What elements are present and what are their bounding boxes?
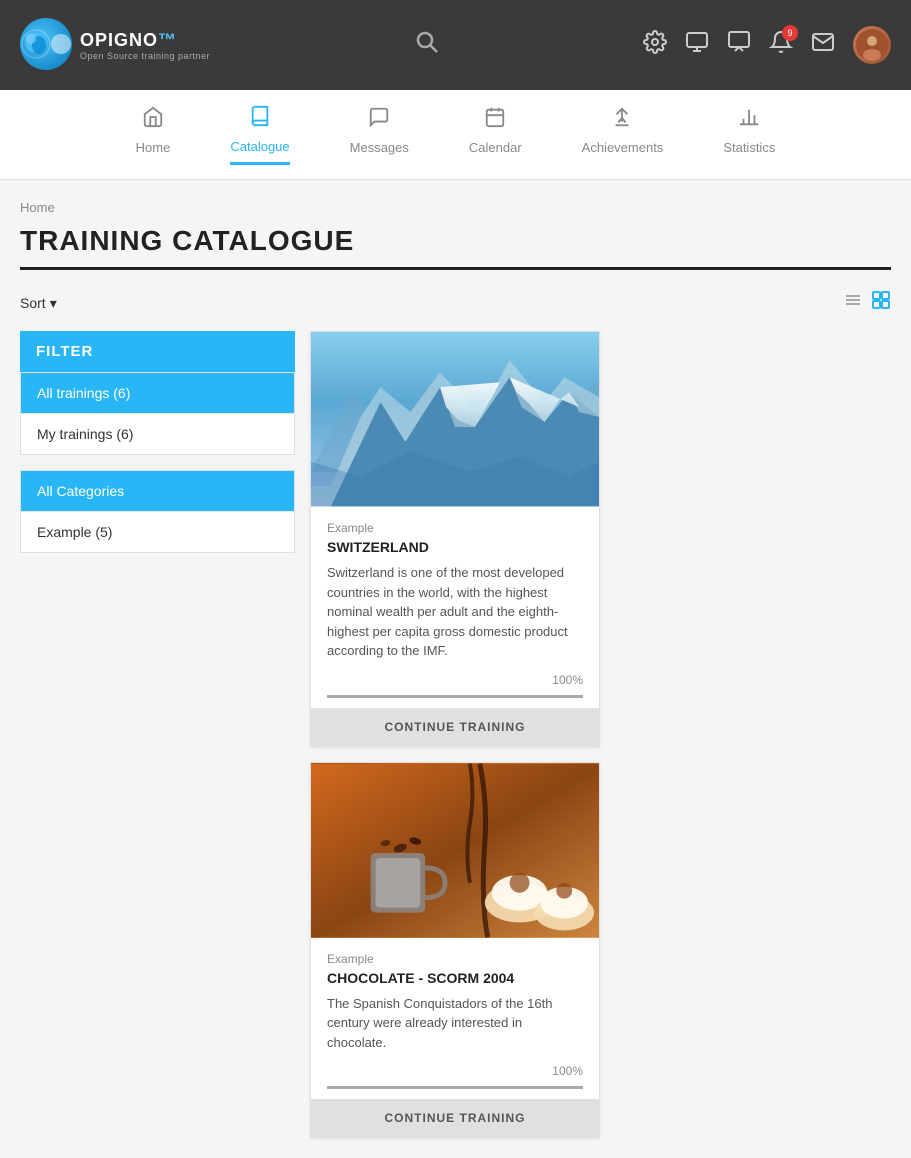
card-image-chocolate [311,763,599,938]
nav-home[interactable]: Home [136,106,171,163]
filter-all-trainings[interactable]: All trainings (6) [21,373,294,413]
card-chocolate: Example CHOCOLATE - SCORM 2004 The Spani… [310,762,600,1139]
nav-catalogue-label: Catalogue [230,139,289,154]
card-description: The Spanish Conquistadors of the 16th ce… [327,994,583,1053]
nav-statistics-label: Statistics [723,140,775,155]
sort-label: Sort [20,295,46,311]
toolbar: Sort ▾ [20,290,891,316]
nav-statistics[interactable]: Statistics [723,106,775,163]
bell-badge: 9 [782,25,798,41]
avatar[interactable] [853,26,891,64]
logo-text: OPIGNO™ [80,30,210,51]
sidebar-filter: FILTER All trainings (6) My trainings (6… [20,331,295,1138]
breadcrumb: Home [20,200,891,215]
nav-calendar-label: Calendar [469,140,522,155]
content-area: Home TRAINING CATALOGUE Sort ▾ [0,180,911,1158]
settings-icon[interactable] [643,30,667,60]
card-body-switzerland: Example SWITZERLAND Switzerland is one o… [311,507,599,708]
progress-bar [327,695,583,698]
search-icon[interactable] [415,30,439,60]
grid-view-toggle[interactable] [871,290,891,316]
progress-row: 100% [327,673,583,687]
progress-bar [327,1086,583,1089]
filter-trainings-section: All trainings (6) My trainings (6) [20,372,295,455]
main-navigation: Home Catalogue Messages Calendar [0,90,911,180]
home-icon [142,106,164,134]
progress-label: 100% [552,1064,583,1078]
statistics-icon [738,106,760,134]
calendar-icon [484,106,506,134]
sort-arrow-icon: ▾ [50,295,57,312]
nav-messages-label: Messages [350,140,409,155]
main-layout: FILTER All trainings (6) My trainings (6… [20,331,891,1138]
progress-bar-fill [327,695,583,698]
nav-messages[interactable]: Messages [350,106,409,163]
card-cta-switzerland[interactable]: CONTINUE TRAINING [311,708,599,746]
achievements-icon [611,106,633,134]
progress-label: 100% [552,673,583,687]
filter-my-trainings[interactable]: My trainings (6) [21,413,294,454]
view-toggles [843,290,891,316]
filter-category-example[interactable]: Example (5) [21,511,294,552]
filter-header: FILTER [20,331,295,372]
progress-row: 100% [327,1064,583,1078]
monitor-icon[interactable] [727,30,751,60]
nav-home-label: Home [136,140,171,155]
card-switzerland: Example SWITZERLAND Switzerland is one o… [310,331,600,747]
card-title: SWITZERLAND [327,539,583,555]
topbar: OPIGNO™ Open Source training partner [0,0,911,90]
card-title: CHOCOLATE - SCORM 2004 [327,970,583,986]
logo: OPIGNO™ Open Source training partner [20,18,210,72]
catalogue-icon [249,105,271,133]
nav-achievements-label: Achievements [582,140,664,155]
cards-area: Example SWITZERLAND Switzerland is one o… [310,331,891,1138]
bell-icon[interactable]: 9 [769,30,793,60]
page-title: TRAINING CATALOGUE [20,225,891,257]
logo-subtitle: Open Source training partner [80,51,210,61]
mail-icon[interactable] [811,30,835,60]
users-icon[interactable] [685,30,709,60]
messages-icon [368,106,390,134]
progress-bar-fill [327,1086,583,1089]
topbar-icons: 9 [643,26,891,64]
nav-catalogue[interactable]: Catalogue [230,105,289,165]
card-description: Switzerland is one of the most developed… [327,563,583,661]
filter-categories-header[interactable]: All Categories [21,471,294,511]
filter-categories: All Categories Example (5) [20,470,295,553]
nav-calendar[interactable]: Calendar [469,106,522,163]
nav-achievements[interactable]: Achievements [582,106,664,163]
card-body-chocolate: Example CHOCOLATE - SCORM 2004 The Spani… [311,938,599,1100]
card-category: Example [327,952,583,966]
card-cta-chocolate[interactable]: CONTINUE TRAINING [311,1099,599,1137]
logo-icon [20,18,72,70]
sort-button[interactable]: Sort ▾ [20,295,57,312]
card-category: Example [327,521,583,535]
list-view-toggle[interactable] [843,290,863,316]
card-image-mountains [311,332,599,507]
title-divider [20,267,891,270]
